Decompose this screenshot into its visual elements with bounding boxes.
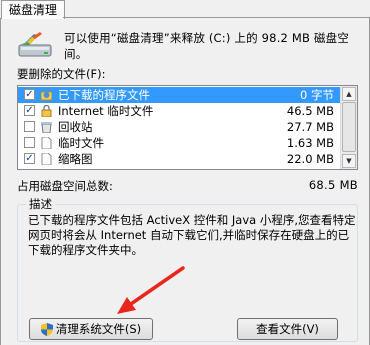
vertical-scrollbar[interactable]: ▲ ▼: [340, 86, 357, 169]
tab-bar: 磁盘清理: [0, 0, 370, 19]
list-item-size: 22.0 MB: [286, 152, 334, 166]
checkbox[interactable]: [24, 121, 35, 132]
recycle-bin-icon: [41, 122, 52, 133]
folder-globe-icon: [41, 91, 52, 101]
checkbox[interactable]: ✓: [24, 153, 35, 164]
clean-system-files-button[interactable]: 清理系统文件(S): [29, 318, 153, 340]
description-title: 描述: [26, 196, 55, 212]
total-space-value: 68.5 MB: [308, 178, 358, 192]
files-to-delete-label: 要删除的文件(F):: [17, 67, 106, 81]
list-item[interactable]: 回收站 27.7 MB: [18, 119, 340, 135]
lock-icon: [41, 105, 52, 117]
checkbox[interactable]: ✓: [24, 105, 35, 116]
checkbox[interactable]: [24, 137, 35, 148]
list-item[interactable]: ✓ 已下载的程序文件 0 字节: [18, 87, 340, 103]
list-item[interactable]: ✓ Internet 临时文件 46.5 MB: [18, 103, 340, 119]
description-text: 已下载的程序文件包括 ActiveX 控件和 Java 小程序,您查看特定网页时…: [28, 213, 356, 257]
list-item[interactable]: 临时文件 1.63 MB: [18, 135, 340, 151]
file-icon: [41, 137, 52, 149]
files-listbox[interactable]: ✓ 已下载的程序文件 0 字节 ✓ Internet 临时文件 46.5 MB …: [17, 85, 358, 170]
scroll-up-icon[interactable]: ▲: [342, 87, 356, 101]
list-item-size: 27.7 MB: [286, 120, 334, 134]
clean-button-label: 清理系统文件(S): [55, 322, 142, 336]
drive-cleanup-icon: [18, 32, 52, 57]
intro-text: 可以使用“磁盘清理”来释放 (C:) 上的 98.2 MB 磁盘空间。: [64, 31, 350, 61]
list-item-size: 0 字节: [300, 88, 334, 102]
list-item-size: 1.63 MB: [286, 136, 334, 150]
tab-disk-cleanup[interactable]: 磁盘清理: [1, 0, 65, 19]
view-files-button[interactable]: 查看文件(V): [237, 318, 338, 340]
shield-icon: [40, 323, 53, 336]
list-item-name: 回收站: [58, 120, 93, 134]
file-icon: [41, 153, 52, 165]
list-item-name: 临时文件: [58, 136, 104, 150]
scroll-thumb[interactable]: [342, 102, 356, 152]
list-item-size: 46.5 MB: [286, 104, 334, 118]
list-item-name: 已下载的程序文件: [58, 88, 150, 102]
scroll-down-icon[interactable]: ▼: [342, 154, 356, 168]
view-button-label: 查看文件(V): [256, 322, 319, 336]
list-item[interactable]: ✓ 缩略图 22.0 MB: [18, 151, 340, 167]
list-item-name: Internet 临时文件: [58, 104, 154, 118]
checkbox[interactable]: ✓: [24, 89, 35, 100]
total-space-label: 占用磁盘空间总数:: [17, 179, 113, 193]
list-item-name: 缩略图: [58, 152, 93, 166]
